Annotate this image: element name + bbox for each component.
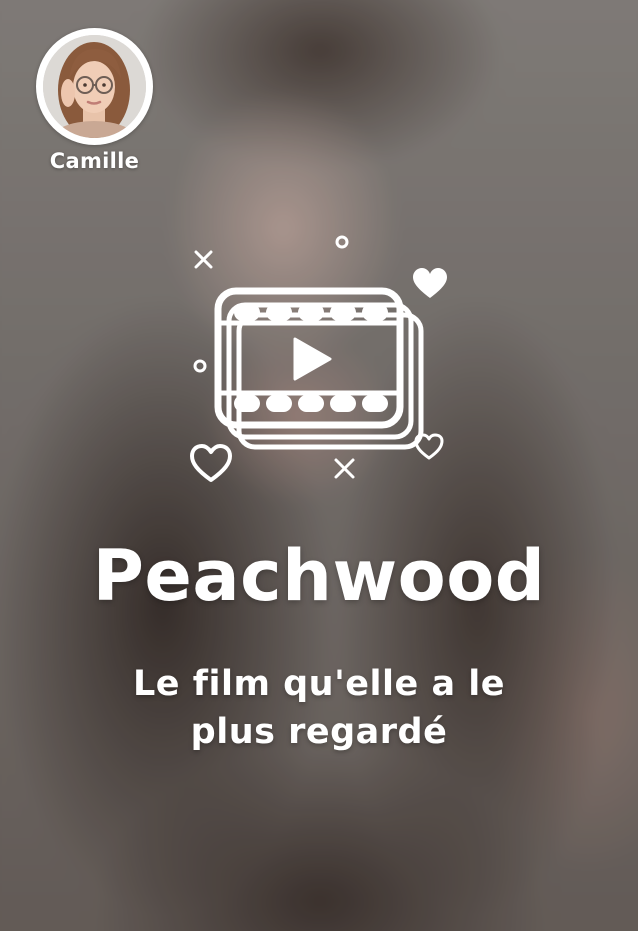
user-name[interactable]: Camille	[36, 149, 153, 173]
sparkle-icon	[194, 250, 213, 269]
heart-icon	[413, 268, 447, 298]
play-icon	[293, 337, 332, 381]
portrait-image	[43, 35, 146, 138]
movie-subtitle: Le film qu'elle a le plus regardé	[133, 664, 505, 752]
film-reel-play-icon	[214, 287, 404, 429]
circle-dot-icon	[193, 359, 207, 373]
film-illustration	[190, 235, 447, 482]
avatar	[43, 35, 146, 138]
profile-avatar-button[interactable]	[36, 28, 153, 145]
circle-dot-icon	[335, 235, 349, 249]
story-screen: Camille Peachwood Le film qu'elle a le p…	[0, 0, 638, 931]
movie-title: Peachwood	[92, 535, 546, 617]
sparkle-icon	[334, 458, 355, 479]
heart-outline-icon	[190, 444, 232, 482]
